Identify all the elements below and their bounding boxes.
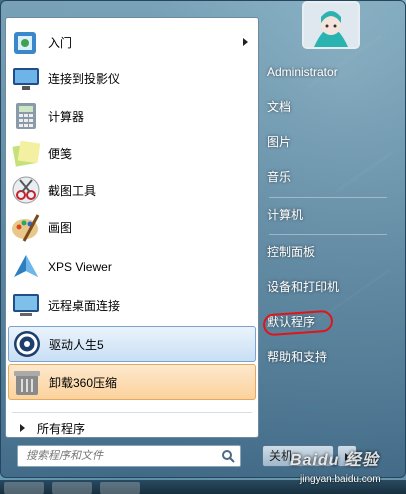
search-icon[interactable] [221, 449, 235, 463]
program-label: 驱动人生5 [49, 337, 104, 352]
help-support-link[interactable]: 帮助和支持 [267, 346, 327, 368]
baidu-watermark: Baidu 经验 [290, 452, 379, 469]
program-item-uninstall-360zip[interactable]: 卸载360压缩 [8, 364, 256, 400]
program-item-sticky-notes[interactable]: 便笺 [8, 135, 256, 171]
program-label: 入门 [48, 35, 73, 50]
getting-started-icon [10, 26, 42, 58]
sticky-notes-icon [10, 137, 42, 169]
paint-icon [10, 211, 42, 243]
taskbar-button[interactable] [52, 482, 92, 494]
program-item-remote-desktop[interactable]: 远程桌面连接 [8, 287, 256, 323]
program-item-paint[interactable]: 画图 [8, 209, 256, 245]
programs-pane: 入门 连接到投影仪 计算器 便笺 截图工具 画图 XPS Viewer 远程桌面… [5, 17, 259, 438]
program-label: 便笺 [48, 146, 73, 161]
snipping-tool-icon [10, 174, 42, 206]
username-link[interactable]: Administrator [267, 61, 338, 83]
watermark-url: jingyan.baidu.com [300, 474, 381, 485]
places-pane: Administrator 文档 图片 音乐 计算机 控制面板 设备和打印机 默… [259, 1, 406, 479]
user-avatar[interactable] [302, 1, 360, 49]
separator [269, 197, 387, 198]
program-label: 连接到投影仪 [48, 71, 121, 86]
search-box[interactable] [17, 445, 241, 467]
program-item-snipping-tool[interactable]: 截图工具 [8, 172, 256, 208]
program-item-driver-life[interactable]: 驱动人生5 [8, 326, 256, 362]
all-programs-label: 所有程序 [37, 421, 86, 436]
documents-link[interactable]: 文档 [267, 96, 291, 118]
taskbar-button[interactable] [100, 482, 140, 494]
program-item-connect-projector[interactable]: 连接到投影仪 [8, 60, 256, 96]
program-label: 画图 [48, 220, 73, 235]
expand-arrow-icon [20, 424, 25, 432]
remote-desktop-icon [10, 289, 42, 321]
separator [269, 234, 387, 235]
pictures-link[interactable]: 图片 [267, 131, 291, 153]
program-item-calculator[interactable]: 计算器 [8, 98, 256, 134]
start-menu: 入门 连接到投影仪 计算器 便笺 截图工具 画图 XPS Viewer 远程桌面… [0, 0, 406, 478]
computer-link[interactable]: 计算机 [267, 204, 303, 226]
devices-printers-link[interactable]: 设备和打印机 [267, 276, 339, 298]
all-programs-button[interactable]: 所有程序 [10, 416, 256, 440]
taskbar-button[interactable] [4, 482, 44, 494]
projector-icon [10, 62, 42, 94]
search-input[interactable] [24, 449, 218, 463]
music-link[interactable]: 音乐 [267, 166, 291, 188]
program-label: XPS Viewer [48, 260, 112, 274]
xps-viewer-icon [10, 251, 42, 283]
annotation-circle [262, 309, 334, 337]
program-item-getting-started[interactable]: 入门 [8, 24, 256, 60]
program-label: 计算器 [48, 109, 85, 124]
program-label: 远程桌面连接 [48, 298, 121, 313]
program-label: 截图工具 [48, 183, 97, 198]
calculator-icon [10, 100, 42, 132]
separator [12, 412, 252, 413]
submenu-arrow-icon [243, 38, 248, 46]
driver-life-icon [11, 328, 43, 360]
uninstall-icon [11, 366, 43, 398]
program-label: 卸载360压缩 [49, 375, 118, 390]
search-bar [5, 440, 259, 476]
program-item-xps-viewer[interactable]: XPS Viewer [8, 249, 256, 285]
control-panel-link[interactable]: 控制面板 [267, 241, 315, 263]
